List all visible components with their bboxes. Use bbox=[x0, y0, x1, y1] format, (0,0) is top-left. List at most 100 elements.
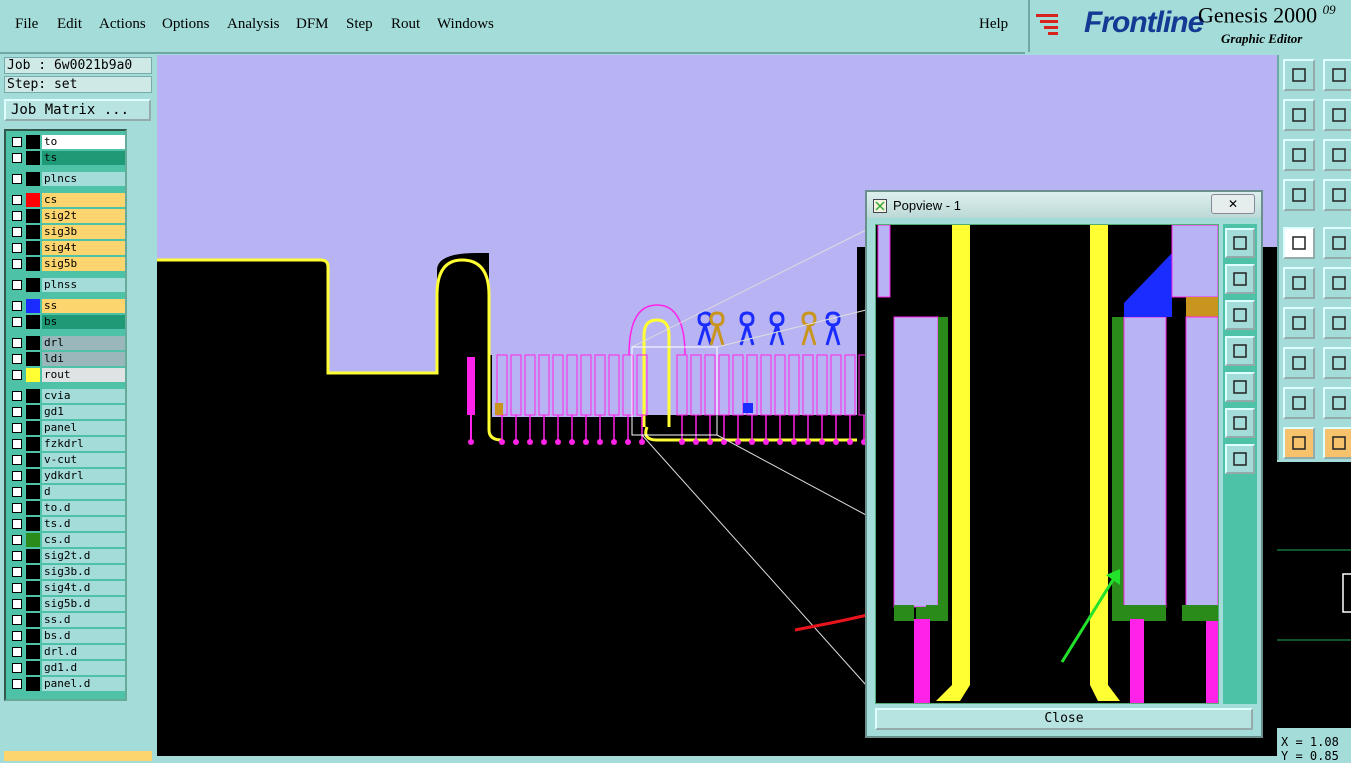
layer-color-swatch[interactable] bbox=[26, 549, 40, 563]
pv-down-icon[interactable] bbox=[1225, 300, 1255, 330]
job-matrix-button[interactable]: Job Matrix ... bbox=[4, 99, 151, 121]
layer-row[interactable]: d bbox=[8, 485, 125, 499]
menu-options[interactable]: Options bbox=[162, 16, 210, 33]
pv-fit-icon[interactable] bbox=[1225, 444, 1255, 474]
layer-checkbox[interactable] bbox=[12, 487, 22, 497]
triangle-outline-icon[interactable] bbox=[1323, 387, 1351, 419]
pad-select-icon[interactable] bbox=[1283, 227, 1315, 259]
popview-titlebar[interactable]: Popview - 1 ✕ bbox=[867, 192, 1261, 218]
triangle-icon[interactable] bbox=[1283, 387, 1315, 419]
layer-row[interactable]: bs.d bbox=[8, 629, 125, 643]
layer-color-swatch[interactable] bbox=[26, 389, 40, 403]
layer-name[interactable]: sig4t bbox=[42, 241, 125, 255]
layer-row[interactable]: ydkdrl bbox=[8, 469, 125, 483]
menu-step[interactable]: Step bbox=[346, 16, 373, 33]
layer-row[interactable]: sig5b.d bbox=[8, 597, 125, 611]
layer-checkbox[interactable] bbox=[12, 423, 22, 433]
slope-line-red-icon[interactable] bbox=[1323, 307, 1351, 339]
menu-help[interactable]: Help bbox=[979, 16, 1008, 33]
move-right-icon[interactable] bbox=[1323, 99, 1351, 131]
layer-checkbox[interactable] bbox=[12, 503, 22, 513]
layer-row[interactable]: ldi bbox=[8, 352, 125, 366]
layer-color-swatch[interactable] bbox=[26, 405, 40, 419]
pointer-icon[interactable] bbox=[1283, 427, 1315, 459]
layer-name[interactable]: sig5b.d bbox=[42, 597, 125, 611]
layer-row[interactable]: cvia bbox=[8, 389, 125, 403]
layer-color-swatch[interactable] bbox=[26, 453, 40, 467]
layer-row[interactable]: plnss bbox=[8, 278, 125, 292]
zoom-fit-icon[interactable] bbox=[1323, 139, 1351, 171]
layer-row[interactable]: sig2t bbox=[8, 209, 125, 223]
slope-line-icon[interactable] bbox=[1283, 307, 1315, 339]
layer-color-swatch[interactable] bbox=[26, 581, 40, 595]
move-down-icon[interactable] bbox=[1323, 59, 1351, 91]
layer-checkbox[interactable] bbox=[12, 599, 22, 609]
layer-checkbox[interactable] bbox=[12, 301, 22, 311]
layer-row[interactable]: sig5b bbox=[8, 257, 125, 271]
layer-checkbox[interactable] bbox=[12, 137, 22, 147]
layer-checkbox[interactable] bbox=[12, 243, 22, 253]
layer-color-swatch[interactable] bbox=[26, 225, 40, 239]
layer-row[interactable]: to.d bbox=[8, 501, 125, 515]
layer-color-swatch[interactable] bbox=[26, 485, 40, 499]
layer-color-swatch[interactable] bbox=[26, 421, 40, 435]
layer-checkbox[interactable] bbox=[12, 259, 22, 269]
layer-checkbox[interactable] bbox=[12, 647, 22, 657]
layer-row[interactable]: sig4t bbox=[8, 241, 125, 255]
layer-checkbox[interactable] bbox=[12, 391, 22, 401]
layer-row[interactable]: bs bbox=[8, 315, 125, 329]
layer-row[interactable]: sig3b bbox=[8, 225, 125, 239]
popview-close-icon[interactable]: ✕ bbox=[1211, 194, 1255, 214]
layer-checkbox[interactable] bbox=[12, 370, 22, 380]
layer-checkbox[interactable] bbox=[12, 280, 22, 290]
layer-checkbox[interactable] bbox=[12, 354, 22, 364]
cross-icon[interactable] bbox=[1323, 267, 1351, 299]
pv-left-icon[interactable] bbox=[1225, 336, 1255, 366]
layer-color-swatch[interactable] bbox=[26, 193, 40, 207]
layer-name[interactable]: fzkdrl bbox=[42, 437, 125, 451]
layer-name[interactable]: ss bbox=[42, 299, 125, 313]
layer-name[interactable]: sig3b bbox=[42, 225, 125, 239]
layer-checkbox[interactable] bbox=[12, 153, 22, 163]
layer-name[interactable]: bs.d bbox=[42, 629, 125, 643]
layer-checkbox[interactable] bbox=[12, 551, 22, 561]
pv-right-icon[interactable] bbox=[1225, 372, 1255, 402]
layer-color-swatch[interactable] bbox=[26, 315, 40, 329]
layer-checkbox[interactable] bbox=[12, 174, 22, 184]
layer-color-swatch[interactable] bbox=[26, 172, 40, 186]
layer-name[interactable]: ts bbox=[42, 151, 125, 165]
layer-checkbox[interactable] bbox=[12, 195, 22, 205]
pv-expand-icon[interactable] bbox=[1225, 408, 1255, 438]
layer-name[interactable]: panel.d bbox=[42, 677, 125, 691]
layer-color-swatch[interactable] bbox=[26, 613, 40, 627]
layer-color-swatch[interactable] bbox=[26, 352, 40, 366]
layer-checkbox[interactable] bbox=[12, 535, 22, 545]
layer-color-swatch[interactable] bbox=[26, 336, 40, 350]
pv-zoom-icon[interactable] bbox=[1225, 228, 1255, 258]
layer-row[interactable]: gd1.d bbox=[8, 661, 125, 675]
layer-row[interactable]: cs.d bbox=[8, 533, 125, 547]
layer-name[interactable]: gd1.d bbox=[42, 661, 125, 675]
layer-row[interactable]: ts bbox=[8, 151, 125, 165]
layer-row[interactable]: sig4t.d bbox=[8, 581, 125, 595]
layer-color-swatch[interactable] bbox=[26, 469, 40, 483]
layer-color-swatch[interactable] bbox=[26, 501, 40, 515]
menu-analysis[interactable]: Analysis bbox=[227, 16, 280, 33]
layer-row[interactable]: gd1 bbox=[8, 405, 125, 419]
layer-row[interactable]: panel.d bbox=[8, 677, 125, 691]
layer-name[interactable]: to.d bbox=[42, 501, 125, 515]
layer-checkbox[interactable] bbox=[12, 407, 22, 417]
layer-checkbox[interactable] bbox=[12, 583, 22, 593]
layer-name[interactable]: ydkdrl bbox=[42, 469, 125, 483]
menu-actions[interactable]: Actions bbox=[99, 16, 146, 33]
layer-color-swatch[interactable] bbox=[26, 645, 40, 659]
move-left-icon[interactable] bbox=[1283, 99, 1315, 131]
popview-zoom-view[interactable] bbox=[875, 224, 1219, 704]
shape-snap-icon[interactable] bbox=[1283, 347, 1315, 379]
horizontal-line-icon[interactable] bbox=[1323, 347, 1351, 379]
popview-close-button[interactable]: Close bbox=[875, 708, 1253, 730]
layer-row[interactable]: panel bbox=[8, 421, 125, 435]
layer-name[interactable]: rout bbox=[42, 368, 125, 382]
layer-color-swatch[interactable] bbox=[26, 135, 40, 149]
layer-name[interactable]: sig3b.d bbox=[42, 565, 125, 579]
